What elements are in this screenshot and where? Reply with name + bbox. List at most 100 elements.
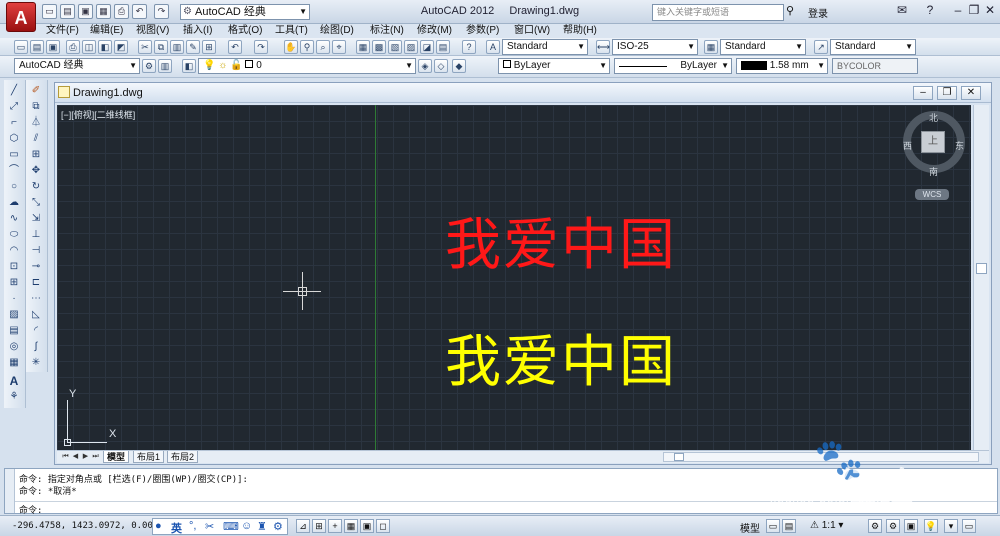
annotation-visibility-icon[interactable]: ⚙ bbox=[868, 519, 882, 533]
print-icon[interactable]: ⎙ bbox=[114, 4, 129, 19]
ortho-mode-icon[interactable]: ▦ bbox=[344, 519, 358, 533]
plot-icon[interactable]: ⎙ bbox=[66, 40, 80, 54]
menu-edit[interactable]: 编辑(E) bbox=[90, 24, 123, 38]
explode-icon[interactable]: ✳ bbox=[29, 356, 43, 370]
copy-object-icon[interactable]: ⧉ bbox=[29, 100, 43, 114]
workspace-settings-icon[interactable]: ▥ bbox=[158, 59, 172, 73]
mleader-style-dropdown[interactable]: Standard ▼ bbox=[830, 39, 916, 55]
linetype-dropdown[interactable]: ByLayer ▼ bbox=[614, 58, 732, 74]
polyline-icon[interactable]: ⌐ bbox=[7, 116, 21, 130]
coordinates-readout[interactable]: -296.4758, 1423.0972, 0.0000 bbox=[12, 521, 164, 531]
toolbar-lock-icon[interactable]: ▣ bbox=[904, 519, 918, 533]
array-icon[interactable]: ⊞ bbox=[29, 148, 43, 162]
polar-tracking-icon[interactable]: ▣ bbox=[360, 519, 374, 533]
markup-icon[interactable]: ◪ bbox=[420, 40, 434, 54]
infer-constraints-icon[interactable]: ⊿ bbox=[296, 519, 310, 533]
dim-style-dropdown[interactable]: ISO-25 ▼ bbox=[612, 39, 698, 55]
plotstyle-dropdown[interactable]: BYCOLOR bbox=[832, 58, 918, 74]
menu-draw[interactable]: 绘图(D) bbox=[320, 24, 354, 38]
multiline-text-icon[interactable]: A bbox=[7, 374, 21, 388]
autocad-logo-button[interactable]: A bbox=[6, 2, 36, 32]
qnew-icon[interactable]: ▭ bbox=[14, 40, 28, 54]
preview-icon[interactable]: ◫ bbox=[82, 40, 96, 54]
revision-cloud-icon[interactable]: ☁ bbox=[7, 196, 21, 210]
gradient-icon[interactable]: ▤ bbox=[7, 324, 21, 338]
fillet-icon[interactable]: ◜ bbox=[29, 324, 43, 338]
rectangle-icon[interactable]: ▭ bbox=[7, 148, 21, 162]
paste-icon[interactable]: ▥ bbox=[170, 40, 184, 54]
table-icon[interactable]: ▦ bbox=[7, 356, 21, 370]
blend-icon[interactable]: ∫ bbox=[29, 340, 43, 354]
add-selected-icon[interactable]: ⚘ bbox=[7, 390, 21, 404]
save-icon[interactable]: ▣ bbox=[78, 4, 93, 19]
menu-help[interactable]: 帮助(H) bbox=[563, 24, 597, 38]
menu-parametric[interactable]: 参数(P) bbox=[466, 24, 499, 38]
vertical-scroll-thumb[interactable] bbox=[976, 263, 987, 274]
ime-punctuation-icon[interactable]: °, bbox=[189, 520, 196, 532]
ime-keyboard-icon[interactable]: ⌨ bbox=[223, 520, 239, 533]
layer-properties-icon[interactable]: ◧ bbox=[182, 59, 196, 73]
menu-view[interactable]: 视图(V) bbox=[136, 24, 169, 38]
menu-format[interactable]: 格式(O) bbox=[228, 24, 262, 38]
cut-icon[interactable]: ✂ bbox=[138, 40, 152, 54]
point-icon[interactable]: · bbox=[7, 292, 21, 306]
dim-style-icon[interactable]: ⟷ bbox=[596, 40, 610, 54]
zoom-realtime-icon[interactable]: ⚲ bbox=[300, 40, 314, 54]
menu-dimension[interactable]: 标注(N) bbox=[370, 24, 404, 38]
rotate-icon[interactable]: ↻ bbox=[29, 180, 43, 194]
make-block-icon[interactable]: ⊞ bbox=[7, 276, 21, 290]
match-properties-icon[interactable]: ✎ bbox=[186, 40, 200, 54]
menu-window[interactable]: 窗口(W) bbox=[514, 24, 550, 38]
mleader-style-icon[interactable]: ↗ bbox=[814, 40, 828, 54]
scale-icon[interactable]: ⤡ bbox=[29, 196, 43, 210]
workspace-dropdown[interactable]: ⚙ AutoCAD 经典 ▼ bbox=[180, 4, 310, 20]
polygon-icon[interactable]: ⬡ bbox=[7, 132, 21, 146]
table-style-dropdown[interactable]: Standard ▼ bbox=[720, 39, 806, 55]
viewport-controls[interactable]: [−][俯视][二维线框] bbox=[61, 108, 135, 121]
calculator-icon[interactable]: ▤ bbox=[436, 40, 450, 54]
offset-icon[interactable]: ⫽ bbox=[29, 132, 43, 146]
zoom-previous-icon[interactable]: ⌖ bbox=[332, 40, 346, 54]
vertical-scrollbar[interactable] bbox=[973, 105, 989, 450]
quick-view-drawings-icon[interactable]: ▤ bbox=[782, 519, 796, 533]
mirror-icon[interactable]: ⏃ bbox=[29, 116, 43, 130]
ime-skin-icon[interactable]: ♜ bbox=[257, 520, 267, 533]
spline-icon[interactable]: ∿ bbox=[7, 212, 21, 226]
ime-user-icon[interactable]: ☺ bbox=[241, 520, 252, 532]
break-at-point-icon[interactable]: ⊸ bbox=[29, 260, 43, 274]
compass-south[interactable]: 南 bbox=[929, 165, 938, 178]
drawing-restore-button[interactable]: ❐ bbox=[937, 86, 957, 100]
ime-settings-icon[interactable]: ⚙ bbox=[273, 520, 283, 533]
pan-icon[interactable]: ✋ bbox=[284, 40, 298, 54]
help-icon[interactable]: ? bbox=[920, 3, 940, 19]
color-dropdown[interactable]: ByLayer ▼ bbox=[498, 58, 610, 74]
open-icon[interactable]: ▤ bbox=[60, 4, 75, 19]
tab-layout2[interactable]: 布局2 bbox=[167, 451, 199, 463]
workspace-switching-icon[interactable]: ⚙ bbox=[886, 519, 900, 533]
tab-model[interactable]: 模型 bbox=[103, 451, 130, 463]
status-menu-icon[interactable]: ▾ bbox=[944, 519, 958, 533]
yellow-text-object[interactable]: 我爱中国 bbox=[445, 317, 677, 398]
quick-view-layouts-icon[interactable]: ▭ bbox=[766, 519, 780, 533]
red-text-object[interactable]: 我爱中国 bbox=[445, 200, 677, 281]
menu-modify[interactable]: 修改(M) bbox=[417, 24, 452, 38]
clean-screen-icon[interactable]: ▭ bbox=[962, 519, 976, 533]
insert-block-icon[interactable]: ⊡ bbox=[7, 260, 21, 274]
circle-icon[interactable]: ○ bbox=[7, 180, 21, 194]
new-file-icon[interactable]: ▭ bbox=[42, 4, 57, 19]
snap-mode-icon[interactable]: ⊞ bbox=[312, 519, 326, 533]
stretch-icon[interactable]: ⇲ bbox=[29, 212, 43, 226]
construction-line-icon[interactable]: ⤢ bbox=[7, 100, 21, 114]
lightbulb-icon[interactable]: 💡 bbox=[924, 519, 938, 533]
line-icon[interactable]: ╱ bbox=[7, 84, 21, 98]
move-icon[interactable]: ✥ bbox=[29, 164, 43, 178]
workspace-dropdown-2[interactable]: AutoCAD 经典 ▼ bbox=[14, 58, 140, 74]
menu-insert[interactable]: 插入(I) bbox=[183, 24, 212, 38]
drawing-close-button[interactable]: ✕ bbox=[961, 86, 981, 100]
first-tab-icon[interactable]: ⏮ bbox=[61, 452, 70, 462]
save-as-icon[interactable]: ▦ bbox=[96, 4, 111, 19]
lineweight-dropdown[interactable]: 1.58 mm ▼ bbox=[736, 58, 828, 74]
undo-icon[interactable]: ↶ bbox=[132, 4, 147, 19]
save-icon[interactable]: ▣ bbox=[46, 40, 60, 54]
compass-north[interactable]: 北 bbox=[929, 111, 938, 124]
